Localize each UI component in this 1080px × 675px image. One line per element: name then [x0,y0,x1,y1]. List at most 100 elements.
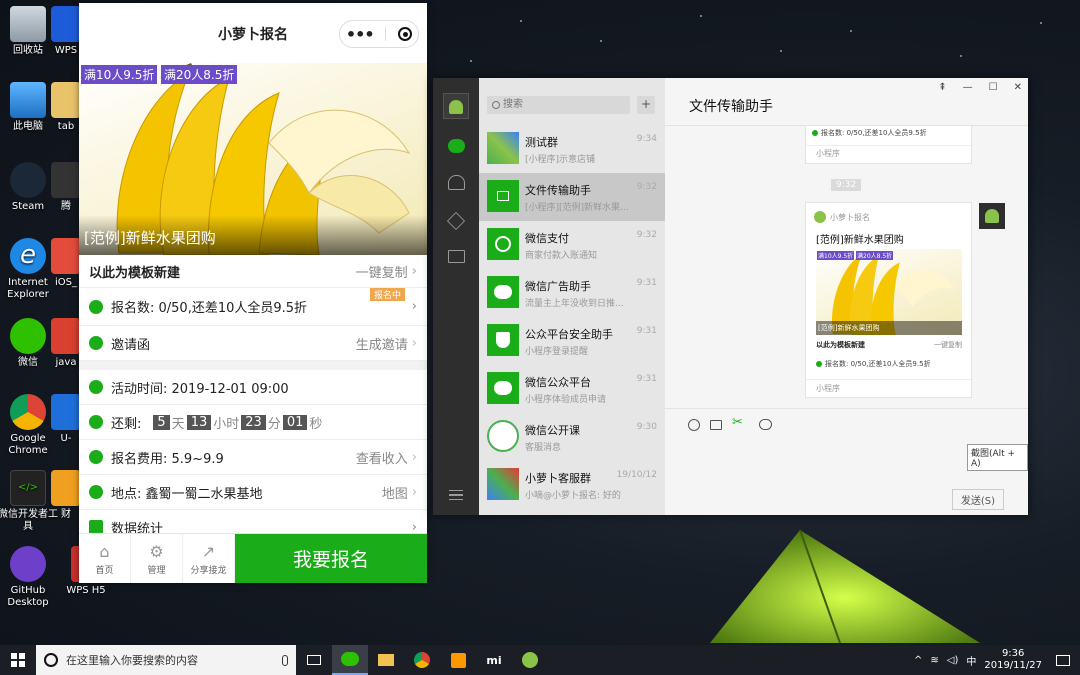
add-chat-button[interactable]: + [637,96,655,114]
chrome-icon [414,652,430,668]
manage-tab[interactable]: ⚙ 管理 [131,534,183,583]
chat-item[interactable]: 公众平台安全助手 小程序登录提醒 9:31 [479,317,665,365]
chrome-icon [10,394,46,430]
file-transfer-avatar [487,180,519,212]
task-view-icon [307,655,321,665]
copy-link[interactable]: 一键复制 [356,262,408,281]
scissors-icon[interactable]: ✂ [732,415,743,430]
map-pin-icon [89,485,103,499]
chat-icon[interactable] [448,139,465,153]
taskbar-sublime[interactable] [440,645,476,675]
volume-icon[interactable]: ◁) [947,655,959,666]
hero-title: [范例]新鲜水果团购 [79,215,427,255]
chevron-right-icon: › [411,449,417,465]
contacts-icon[interactable] [448,175,465,190]
folder-icon[interactable] [448,250,465,263]
recycle-bin-icon [10,6,46,42]
hero-image: 满10人9.5折 满20人8.5折 [范例]新鲜水果团购 [79,63,427,255]
countdown-hours: 13 [186,414,212,430]
wps-icon [51,6,81,42]
taskbar-chrome[interactable] [404,645,440,675]
close-button[interactable]: ✕ [1014,82,1022,93]
more-icon[interactable]: ••• [346,25,375,44]
discount-badge: 满10人9.5折 [81,65,158,84]
bar-chart-icon [89,520,103,534]
fee-row[interactable]: 报名费用: 5.9~9.9 查看收入 › [79,440,427,475]
capsule-menu: ••• [339,20,419,48]
countdown-minutes: 23 [241,414,266,430]
chat-item[interactable]: 微信公众平台 小程序体验成员申请 9:31 [479,365,665,413]
aperture-icon [89,336,103,350]
app-logo-icon [814,211,826,223]
bottom-bar: ⌂ 首页 ⚙ 管理 ↗ 分享接龙 我要报名 [79,533,427,583]
menu-icon[interactable] [449,490,463,500]
open-class-avatar [487,420,519,452]
taskbar-mi[interactable]: mi [476,645,512,675]
clock[interactable]: 9:36 2019/11/27 [984,648,1042,672]
network-icon[interactable]: ≋ [930,655,938,666]
countdown-seconds: 01 [282,414,308,430]
ime-indicator[interactable]: 中 [966,653,976,668]
folder-icon[interactable] [710,420,722,430]
chat-item[interactable]: 测试群 [小程序]示意店铺 9:34 [479,125,665,173]
taskbar-devtools[interactable] [512,645,548,675]
user-avatar[interactable] [443,93,469,119]
github-desktop-icon[interactable]: GitHub Desktop [0,546,60,609]
taskbar-wechat[interactable] [332,645,368,675]
chat-item[interactable]: 微信广告助手 流量主上年没收到日推... 9:31 [479,269,665,317]
chevron-right-icon: › [411,299,417,314]
send-button[interactable]: 发送(S) [951,489,1004,510]
app-icon [51,318,81,354]
maximize-button[interactable]: ☐ [989,82,998,93]
start-button[interactable] [0,645,36,675]
template-row[interactable]: 以此为模板新建 一键复制 › [79,255,427,288]
task-view-button[interactable] [296,645,332,675]
invite-row[interactable]: 邀请函 生成邀请 › [79,326,427,361]
search-circle-icon [44,653,58,667]
official-platform-avatar [487,372,519,404]
time-row: 活动时间: 2019-12-01 09:00 [79,370,427,405]
microphone-icon[interactable] [282,654,288,666]
notification-icon[interactable] [1056,654,1070,666]
group-avatar [487,468,519,500]
signup-button[interactable]: 我要报名 [235,534,427,583]
miniprogram-card-partial[interactable]: 报名数: 0/50,还差10人全员9.5折 小程序 [805,126,972,164]
view-income-link[interactable]: 查看收入 [356,448,408,467]
map-link[interactable]: 地图 [382,483,408,502]
devtools-icon: </> [10,470,46,506]
chat-item[interactable]: 微信公开课 客服消息 9:30 [479,413,665,461]
chat-item[interactable]: 微信支付 商家付款入账通知 9:32 [479,221,665,269]
generate-invite-link[interactable]: 生成邀请 [356,334,408,353]
bell-icon [89,415,103,429]
chevron-up-icon[interactable]: ^ [914,655,922,666]
taskbar: 在这里输入你要搜索的内容 mi ^ ≋ ◁) 中 9:36 2019/11/27 [0,645,1080,675]
share-tab[interactable]: ↗ 分享接龙 [183,534,235,583]
pin-button[interactable]: ⇞ [938,82,946,93]
taskbar-explorer[interactable] [368,645,404,675]
taskbar-search-input[interactable]: 在这里输入你要搜索的内容 [36,645,296,675]
close-circle-icon[interactable] [398,27,413,41]
signup-count-row[interactable]: 报名数: 0/50,还差10人全员9.5折 报名中 › [79,288,427,326]
clock-icon [89,380,103,394]
cube-icon[interactable] [446,211,466,231]
system-tray: ^ ≋ ◁) 中 9:36 2019/11/27 [914,648,1080,672]
emoji-icon[interactable] [688,419,700,431]
group-avatar [487,132,519,164]
status-badge: 报名中 [369,288,405,301]
chat-history-icon[interactable] [759,419,772,430]
location-row[interactable]: 地点: 鑫蜀一蜀二水果基地 地图 › [79,475,427,510]
search-input[interactable]: 搜索 [487,96,630,114]
screenshot-tooltip: 截图(Alt + A) [967,444,1028,471]
minimize-button[interactable]: — [963,82,973,93]
chevron-right-icon: › [411,484,417,500]
devtools-icon [522,652,538,668]
windows-icon [11,653,25,667]
home-tab[interactable]: ⌂ 首页 [79,534,131,583]
chat-item[interactable]: 文件传输助手 [小程序][范例]新鲜水果... 9:32 [479,173,665,221]
chat-item[interactable]: 小萝卜客服群 小嘀@小萝卜报名: 好的 19/10/12 [479,461,665,509]
tent-wallpaper [710,529,980,644]
ad-assistant-avatar [487,276,519,308]
computer-icon [10,82,46,118]
folder-icon [51,82,81,118]
miniprogram-card[interactable]: 小萝卜报名 [范例]新鲜水果团购 满10人9.5折 满20人8.5折 [范例]新… [805,202,972,398]
